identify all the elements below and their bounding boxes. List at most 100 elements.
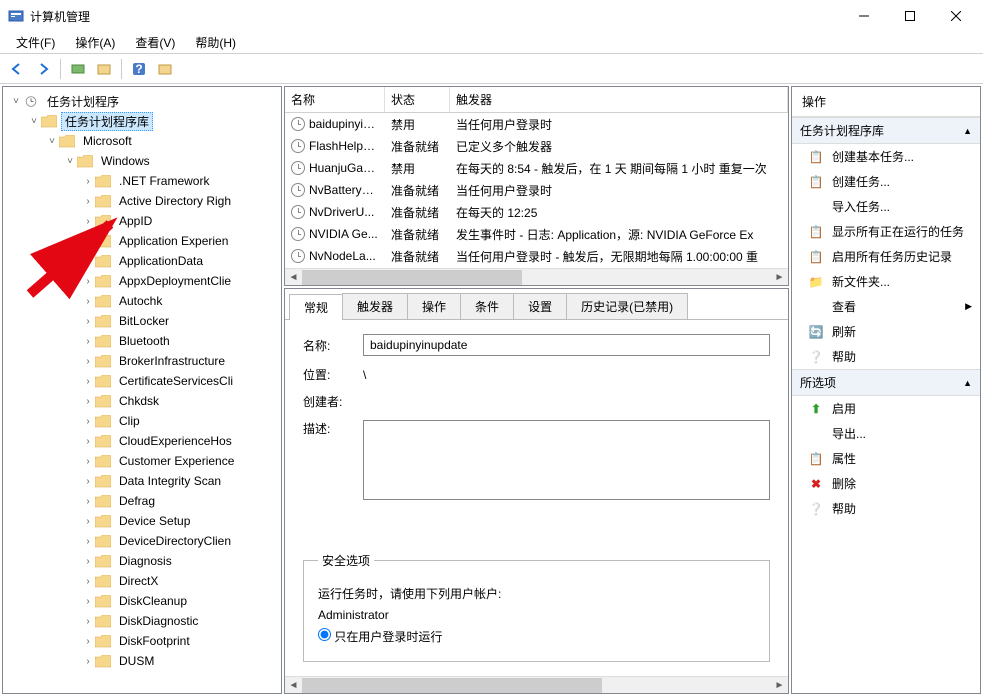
action-item[interactable]: 📋启用所有任务历史记录 bbox=[792, 244, 980, 269]
action-icon: 📁 bbox=[808, 274, 824, 290]
action-item[interactable]: 查看▶ bbox=[792, 294, 980, 319]
tree-item[interactable]: ›Device Setup bbox=[5, 511, 279, 531]
tree-item[interactable]: ›Application Experien bbox=[5, 231, 279, 251]
tree-item[interactable]: ›Defrag bbox=[5, 491, 279, 511]
actions-title: 操作 bbox=[792, 87, 980, 117]
tree-item[interactable]: ›DeviceDirectoryClien bbox=[5, 531, 279, 551]
menu-help[interactable]: 帮助(H) bbox=[185, 32, 246, 53]
name-input[interactable] bbox=[363, 334, 770, 356]
action-item[interactable]: 📋属性 bbox=[792, 446, 980, 471]
tree-item[interactable]: ›AppID bbox=[5, 211, 279, 231]
task-row[interactable]: NVIDIA Ge...准备就绪发生事件时 - 日志: Application，… bbox=[285, 223, 788, 245]
help-button[interactable]: ? bbox=[128, 58, 150, 80]
action-icon: ❔ bbox=[808, 501, 824, 517]
tree-item[interactable]: ›DiskFootprint bbox=[5, 631, 279, 651]
action-item[interactable]: 📁新文件夹... bbox=[792, 269, 980, 294]
run-as-label: 运行任务时，请使用下列用户帐户: bbox=[318, 585, 755, 602]
clock-icon bbox=[291, 249, 305, 263]
tree-panel[interactable]: ˅任务计划程序˅任务计划程序库˅Microsoft˅Windows›.NET F… bbox=[2, 86, 282, 694]
tree-item[interactable]: ›BitLocker bbox=[5, 311, 279, 331]
minimize-button[interactable] bbox=[841, 1, 887, 31]
tree-microsoft[interactable]: ˅Microsoft bbox=[5, 131, 279, 151]
tree-item[interactable]: ›Active Directory Righ bbox=[5, 191, 279, 211]
menu-view[interactable]: 查看(V) bbox=[125, 32, 185, 53]
tree-item[interactable]: ›Customer Experience bbox=[5, 451, 279, 471]
back-button[interactable] bbox=[6, 58, 28, 80]
tree-item[interactable]: ›AppxDeploymentClie bbox=[5, 271, 279, 291]
tree-item[interactable]: ›CloudExperienceHos bbox=[5, 431, 279, 451]
only-logged-on-radio[interactable]: 只在用户登录时运行 bbox=[318, 630, 442, 644]
action-icon: ✖ bbox=[808, 476, 824, 492]
toolbar-btn-4[interactable] bbox=[154, 58, 176, 80]
task-row[interactable]: HuanjuGam...禁用在每天的 8:54 - 触发后，在 1 天 期间每隔… bbox=[285, 157, 788, 179]
action-item[interactable]: 📋显示所有正在运行的任务 bbox=[792, 219, 980, 244]
column-trigger[interactable]: 触发器 bbox=[450, 87, 788, 112]
clock-icon bbox=[291, 183, 305, 197]
column-name[interactable]: 名称 bbox=[285, 87, 385, 112]
tree-item[interactable]: ›Bluetooth bbox=[5, 331, 279, 351]
action-item[interactable]: 导出... bbox=[792, 421, 980, 446]
action-icon bbox=[808, 199, 824, 215]
action-item[interactable]: 🔄刷新 bbox=[792, 319, 980, 344]
tree-item[interactable]: ›Chkdsk bbox=[5, 391, 279, 411]
maximize-button[interactable] bbox=[887, 1, 933, 31]
tree-item[interactable]: ›ApplicationData bbox=[5, 251, 279, 271]
task-row[interactable]: baidupinyin...禁用当任何用户登录时 bbox=[285, 113, 788, 135]
action-icon: 🔄 bbox=[808, 324, 824, 340]
tab-conditions[interactable]: 条件 bbox=[460, 293, 514, 319]
tree-item[interactable]: ›BrokerInfrastructure bbox=[5, 351, 279, 371]
menu-file[interactable]: 文件(F) bbox=[6, 32, 65, 53]
action-icon bbox=[808, 299, 824, 315]
actions-panel: 操作 任务计划程序库▲ 📋创建基本任务...📋创建任务...导入任务...📋显示… bbox=[791, 86, 981, 694]
desc-textarea[interactable] bbox=[363, 420, 770, 500]
action-item[interactable]: ✖删除 bbox=[792, 471, 980, 496]
toolbar-btn-1[interactable] bbox=[67, 58, 89, 80]
tree-item[interactable]: ›DiskDiagnostic bbox=[5, 611, 279, 631]
tree-item[interactable]: ›.NET Framework bbox=[5, 171, 279, 191]
tree-item[interactable]: ›CertificateServicesCli bbox=[5, 371, 279, 391]
desc-label: 描述: bbox=[303, 420, 353, 437]
task-list[interactable]: 名称 状态 触发器 baidupinyin...禁用当任何用户登录时FlashH… bbox=[284, 86, 789, 286]
action-item[interactable]: 导入任务... bbox=[792, 194, 980, 219]
clock-icon bbox=[291, 227, 305, 241]
tab-general[interactable]: 常规 bbox=[289, 294, 343, 320]
actions-group-library[interactable]: 任务计划程序库▲ bbox=[792, 117, 980, 144]
action-item[interactable]: ❔帮助 bbox=[792, 344, 980, 369]
tab-triggers[interactable]: 触发器 bbox=[342, 293, 408, 319]
task-row[interactable]: NvNodeLa...准备就绪当任何用户登录时 - 触发后，无限期地每隔 1.0… bbox=[285, 245, 788, 267]
toolbar-btn-2[interactable] bbox=[93, 58, 115, 80]
security-legend: 安全选项 bbox=[318, 552, 374, 569]
tree-item[interactable]: ›Autochk bbox=[5, 291, 279, 311]
tree-item[interactable]: ›Clip bbox=[5, 411, 279, 431]
tree-windows[interactable]: ˅Windows bbox=[5, 151, 279, 171]
tab-actions[interactable]: 操作 bbox=[407, 293, 461, 319]
svg-text:?: ? bbox=[135, 62, 142, 76]
window-title: 计算机管理 bbox=[30, 8, 841, 25]
menu-action[interactable]: 操作(A) bbox=[65, 32, 125, 53]
action-item[interactable]: ❔帮助 bbox=[792, 496, 980, 521]
action-item[interactable]: ⬆启用 bbox=[792, 396, 980, 421]
tree-item[interactable]: ›Data Integrity Scan bbox=[5, 471, 279, 491]
close-button[interactable] bbox=[933, 1, 979, 31]
action-item[interactable]: 📋创建基本任务... bbox=[792, 144, 980, 169]
task-row[interactable]: NvBatteryB...准备就绪当任何用户登录时 bbox=[285, 179, 788, 201]
horizontal-scrollbar[interactable]: ◄ ► bbox=[285, 268, 788, 285]
forward-button[interactable] bbox=[32, 58, 54, 80]
action-icon bbox=[808, 426, 824, 442]
tab-settings[interactable]: 设置 bbox=[513, 293, 567, 319]
detail-scrollbar[interactable]: ◄ ► bbox=[285, 676, 788, 693]
task-row[interactable]: NvDriverU...准备就绪在每天的 12:25 bbox=[285, 201, 788, 223]
tab-history[interactable]: 历史记录(已禁用) bbox=[566, 293, 688, 319]
tree-library[interactable]: ˅任务计划程序库 bbox=[5, 111, 279, 131]
action-icon: 📋 bbox=[808, 149, 824, 165]
tree-item[interactable]: ›DirectX bbox=[5, 571, 279, 591]
task-row[interactable]: FlashHelpe...准备就绪已定义多个触发器 bbox=[285, 135, 788, 157]
action-item[interactable]: 📋创建任务... bbox=[792, 169, 980, 194]
tree-root[interactable]: ˅任务计划程序 bbox=[5, 91, 279, 111]
tree-item[interactable]: ›Diagnosis bbox=[5, 551, 279, 571]
tree-item[interactable]: ›DUSM bbox=[5, 651, 279, 671]
tree-item[interactable]: ›DiskCleanup bbox=[5, 591, 279, 611]
run-as-user: Administrator bbox=[318, 608, 755, 622]
column-status[interactable]: 状态 bbox=[385, 87, 450, 112]
actions-group-selected[interactable]: 所选项▲ bbox=[792, 369, 980, 396]
